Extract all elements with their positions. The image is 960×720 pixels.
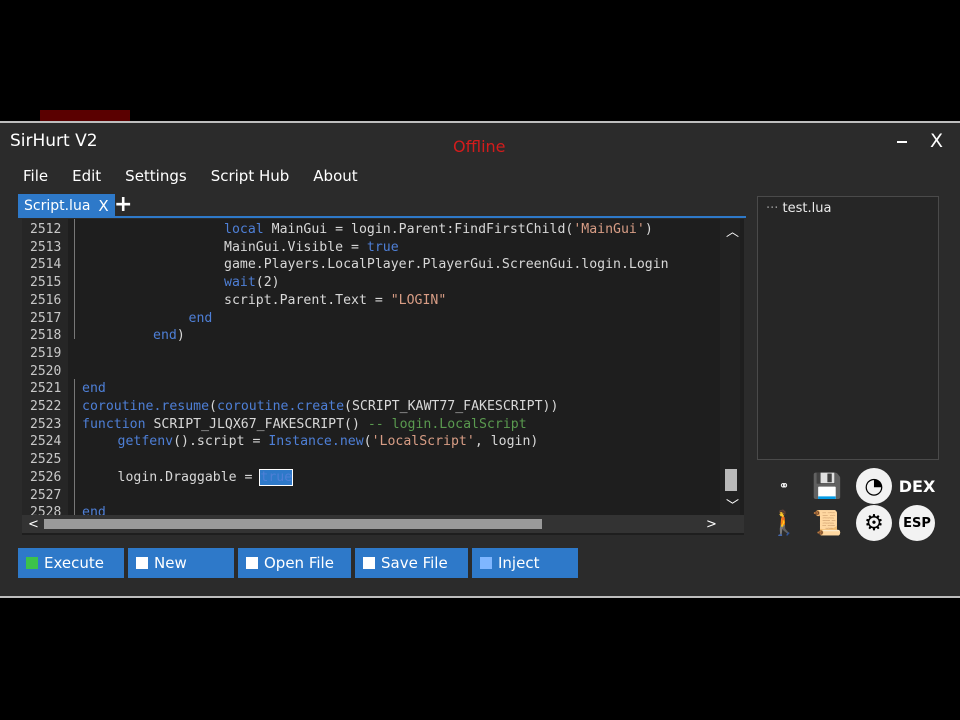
fold-guide xyxy=(74,379,75,519)
scroll-up-icon[interactable]: ︿ xyxy=(726,221,739,240)
code-line: MainGui.Visible = true xyxy=(224,239,399,255)
scroll-left-icon[interactable]: < xyxy=(28,517,39,532)
code-line: end xyxy=(82,381,106,397)
link-icon[interactable]: ⚭ xyxy=(766,468,802,504)
line-number: 2520 xyxy=(30,363,62,379)
code-line: getfenv().script = Instance.new('LocalSc… xyxy=(117,434,539,450)
code-line: wait(2) xyxy=(224,275,280,291)
tab-underline xyxy=(18,216,746,218)
line-number: 2512 xyxy=(30,222,62,237)
esp-icon[interactable]: ESP xyxy=(899,505,935,541)
save-file-icon xyxy=(363,557,375,569)
tab-script-lua[interactable]: Script.lua X xyxy=(18,194,115,218)
line-number: 2523 xyxy=(30,416,62,432)
dex-icon[interactable]: DEX xyxy=(899,468,936,504)
line-number: 2519 xyxy=(30,345,62,361)
line-number: 2527 xyxy=(30,487,62,503)
add-tab-button[interactable]: + xyxy=(114,192,132,217)
tab-close-icon[interactable]: X xyxy=(98,194,108,218)
save-file-button[interactable]: Save File xyxy=(355,548,468,578)
execute-button[interactable]: Execute xyxy=(18,548,124,578)
vertical-scroll-thumb[interactable] xyxy=(725,469,737,491)
explorer-item-test-lua[interactable]: test.lua xyxy=(766,201,832,216)
minimize-button[interactable] xyxy=(897,141,907,143)
code-line: game.Players.LocalPlayer.PlayerGui.Scree… xyxy=(224,257,669,273)
gears-icon[interactable]: ⚙ xyxy=(856,505,892,541)
line-number: 2515 xyxy=(30,275,62,291)
menu-edit[interactable]: Edit xyxy=(72,167,101,185)
line-number: 2516 xyxy=(30,292,62,308)
horizontal-scroll-thumb[interactable] xyxy=(44,519,542,529)
code-line: local MainGui = login.Parent:FindFirstCh… xyxy=(224,222,653,237)
code-line: end xyxy=(188,310,213,326)
sirhurt-window: SirHurt V2 Offline X File Edit Settings Scr… xyxy=(0,121,960,598)
button-label: Execute xyxy=(44,554,104,572)
inject-button[interactable]: Inject xyxy=(472,548,578,578)
fold-guide xyxy=(74,219,75,339)
inject-icon xyxy=(480,557,492,569)
code-editor[interactable]: 2512 2513 2514 2515 2516 2517 2518 2519 2520 2521… xyxy=(22,219,744,535)
line-number: 2522 xyxy=(30,399,62,414)
status-label: Offline xyxy=(453,137,506,156)
code-line: end) xyxy=(153,328,185,344)
tab-label: Script.lua xyxy=(24,198,91,214)
spiral-icon[interactable]: ◔ xyxy=(856,468,892,504)
line-number: 2517 xyxy=(30,310,62,326)
code-line: function SCRIPT_JLQX67_FAKESCRIPT() -- l… xyxy=(82,416,527,432)
button-label: Open File xyxy=(264,554,334,572)
walk-icon[interactable]: 🚶 xyxy=(766,505,802,541)
menu-file[interactable]: File xyxy=(23,167,48,185)
code-line: script.Parent.Text = "LOGIN" xyxy=(224,292,447,308)
button-label: Inject xyxy=(498,554,540,572)
line-number: 2526 xyxy=(30,469,62,485)
button-label: Save File xyxy=(381,554,448,572)
new-button[interactable]: New xyxy=(128,548,234,578)
scroll-right-icon[interactable]: > xyxy=(706,517,717,532)
new-file-icon xyxy=(136,557,148,569)
action-buttons: Execute New Open File Save File Inject xyxy=(18,548,582,578)
scroll-down-icon[interactable]: ﹀ xyxy=(726,495,739,514)
window-title: SirHurt V2 xyxy=(10,131,98,151)
open-file-icon xyxy=(246,557,258,569)
menu-about[interactable]: About xyxy=(313,167,357,185)
tab-bar: Script.lua X + xyxy=(18,192,746,218)
menu-bar: File Edit Settings Script Hub About xyxy=(23,167,382,185)
close-button[interactable]: X xyxy=(930,130,943,152)
code-line: coroutine.resume(coroutine.create(SCRIPT… xyxy=(82,399,559,414)
button-label: New xyxy=(154,554,187,572)
line-number-gutter: 2512 2513 2514 2515 2516 2517 2518 2519 2520 2521… xyxy=(22,219,68,520)
line-number: 2525 xyxy=(30,452,62,468)
line-number: 2518 xyxy=(30,328,62,344)
code-line: login.Draggable = true xyxy=(117,468,294,486)
line-number: 2514 xyxy=(30,257,62,273)
menu-script-hub[interactable]: Script Hub xyxy=(211,167,290,185)
menu-settings[interactable]: Settings xyxy=(125,167,187,185)
scroll-icon[interactable]: 📜 xyxy=(809,505,845,541)
script-explorer: test.lua xyxy=(757,196,939,460)
execute-icon xyxy=(26,557,38,569)
line-number: 2521 xyxy=(30,381,62,397)
open-file-button[interactable]: Open File xyxy=(238,548,351,578)
line-number: 2513 xyxy=(30,239,62,255)
line-number: 2524 xyxy=(30,434,62,450)
save-disk-icon[interactable]: 💾 xyxy=(809,468,845,504)
